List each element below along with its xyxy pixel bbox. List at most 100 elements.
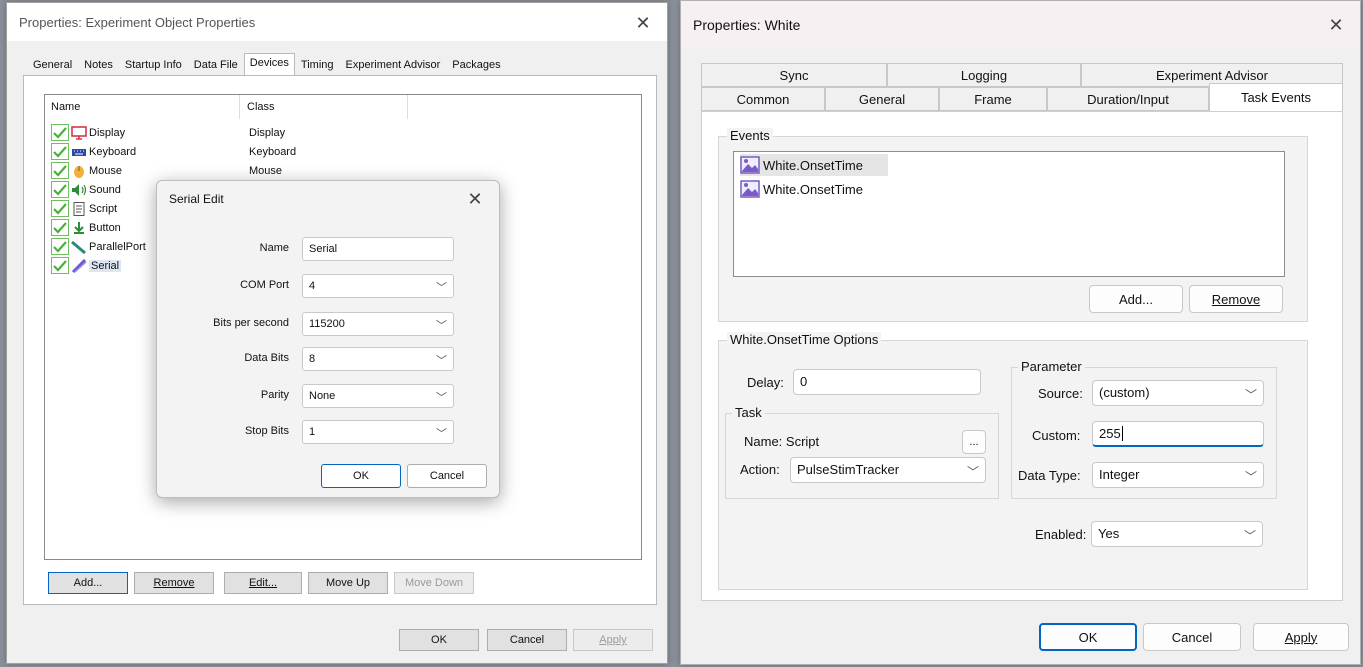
ok-button[interactable]: OK [1039,623,1137,651]
tab-general[interactable]: General [27,55,78,75]
device-row-mouse[interactable]: Mouse Mouse [51,161,282,180]
serial-ok-button[interactable]: OK [321,464,401,488]
tab-timing[interactable]: Timing [295,55,340,75]
com-port-select[interactable]: 4 ﹀ [302,274,454,298]
window-title: Properties: White [693,17,801,33]
bits-per-second-select[interactable]: 115200 ﹀ [302,312,454,336]
tab-startup-info[interactable]: Startup Info [119,55,188,75]
tab-experiment-advisor[interactable]: Experiment Advisor [340,55,447,75]
tab-frame[interactable]: Frame [939,87,1047,111]
custom-input[interactable]: 255 [1092,421,1264,447]
chevron-down-icon: ﹀ [436,282,447,294]
device-row-keyboard[interactable]: Keyboard Keyboard [51,142,296,161]
apply-button[interactable]: Apply [1253,623,1349,651]
events-group: Events White.OnsetTime White.OnsetTime A… [718,128,1308,322]
serial-edit-dialog: Serial Edit ✕ Name Serial COM Port 4 ﹀ Bi… [156,180,500,498]
serial-cancel-button[interactable]: Cancel [407,464,487,488]
checkmark-icon[interactable] [51,181,69,198]
display-icon [71,125,87,140]
close-icon[interactable]: ✕ [461,185,489,213]
checkmark-icon[interactable] [51,162,69,179]
apply-button[interactable]: Apply [573,629,653,651]
enabled-select[interactable]: Yes ﹀ [1091,521,1263,547]
tab-packages[interactable]: Packages [446,55,506,75]
device-class: Keyboard [249,145,297,158]
device-row-serial[interactable]: Serial [51,256,122,275]
move-down-button[interactable]: Move Down [394,572,474,594]
close-icon[interactable]: ✕ [1322,11,1350,39]
add-device-button[interactable]: Add... [48,572,128,594]
device-row-script[interactable]: Script [51,199,117,218]
name-field[interactable]: Serial [302,237,454,261]
device-list-header: Name Class [45,95,641,119]
delay-input[interactable]: 0 [793,369,981,395]
device-name: Button [89,221,121,234]
source-select[interactable]: (custom) ﹀ [1092,380,1264,406]
chevron-down-icon: ﹀ [436,392,447,404]
options-group: White.OnsetTime Options Delay: 0 Task Na… [718,332,1308,590]
dialog-title-bar: Serial Edit ✕ [157,181,499,217]
parity-row: Parity None ﹀ [157,384,499,408]
tab-general[interactable]: General [825,87,939,111]
event-item[interactable]: White.OnsetTime [740,154,888,176]
title-bar: Properties: White ✕ [681,1,1360,49]
events-list[interactable]: White.OnsetTime White.OnsetTime [733,151,1285,277]
browse-task-button[interactable]: ... [962,430,986,454]
com-port-label: COM Port [240,279,289,291]
device-row-display[interactable]: Display Display [51,123,285,142]
tab-logging[interactable]: Logging [887,63,1081,87]
parity-select[interactable]: None ﹀ [302,384,454,408]
add-event-button[interactable]: Add... [1089,285,1183,313]
tab-task-events[interactable]: Task Events [1209,83,1343,111]
keyboard-icon [71,145,87,159]
tab-duration-input[interactable]: Duration/Input [1047,87,1209,111]
edit-device-button[interactable]: Edit... [224,572,302,594]
ok-button[interactable]: OK [399,629,479,651]
checkmark-icon[interactable] [51,200,69,217]
tab-common[interactable]: Common [701,87,825,111]
checkmark-icon[interactable] [51,238,69,255]
data-bits-select[interactable]: 8 ﹀ [302,347,454,371]
close-icon[interactable]: ✕ [629,9,657,37]
remove-device-button[interactable]: Remove [134,572,214,594]
stop-bits-label: Stop Bits [244,425,289,437]
action-select[interactable]: PulseStimTracker ﹀ [790,457,986,483]
move-up-button[interactable]: Move Up [308,572,388,594]
device-row-button[interactable]: Button [51,218,121,237]
task-group-label: Task [732,405,765,420]
tab-data-file[interactable]: Data File [188,55,244,75]
column-name[interactable]: Name [51,101,80,113]
tab-devices[interactable]: Devices [243,53,295,76]
chevron-down-icon: ﹀ [1244,470,1257,484]
device-name: Mouse [89,164,123,177]
source-label: Source: [1038,386,1083,401]
tab-notes[interactable]: Notes [78,55,119,75]
stop-bits-select[interactable]: 1 ﹀ [302,420,454,444]
tab-row-front: Common General Frame Duration/Input Task… [701,83,1343,111]
checkmark-icon[interactable] [51,219,69,236]
device-class: Mouse [249,164,283,177]
parallel-port-icon [71,240,87,254]
sound-icon [71,183,87,197]
device-row-sound[interactable]: Sound [51,180,121,199]
data-bits-label: Data Bits [244,352,289,364]
checkmark-icon[interactable] [51,143,69,160]
checkmark-icon[interactable] [51,257,69,274]
script-icon [71,201,87,216]
device-row-parallelport[interactable]: ParallelPort [51,237,146,256]
remove-event-button[interactable]: Remove [1189,285,1283,313]
column-class[interactable]: Class [247,101,275,113]
data-type-select[interactable]: Integer ﹀ [1092,462,1264,488]
button-icon [71,221,87,235]
data-type-label: Data Type: [1018,468,1081,483]
cancel-button[interactable]: Cancel [487,629,567,651]
tab-sync[interactable]: Sync [701,63,887,87]
com-port-row: COM Port 4 ﹀ [157,274,499,298]
device-class: Display [249,126,286,139]
checkmark-icon[interactable] [51,124,69,141]
image-event-icon [740,156,760,174]
cancel-button[interactable]: Cancel [1143,623,1241,651]
event-item[interactable]: White.OnsetTime [740,178,863,200]
title-bar: Properties: Experiment Object Properties… [7,3,667,41]
device-name: Display [89,126,126,139]
